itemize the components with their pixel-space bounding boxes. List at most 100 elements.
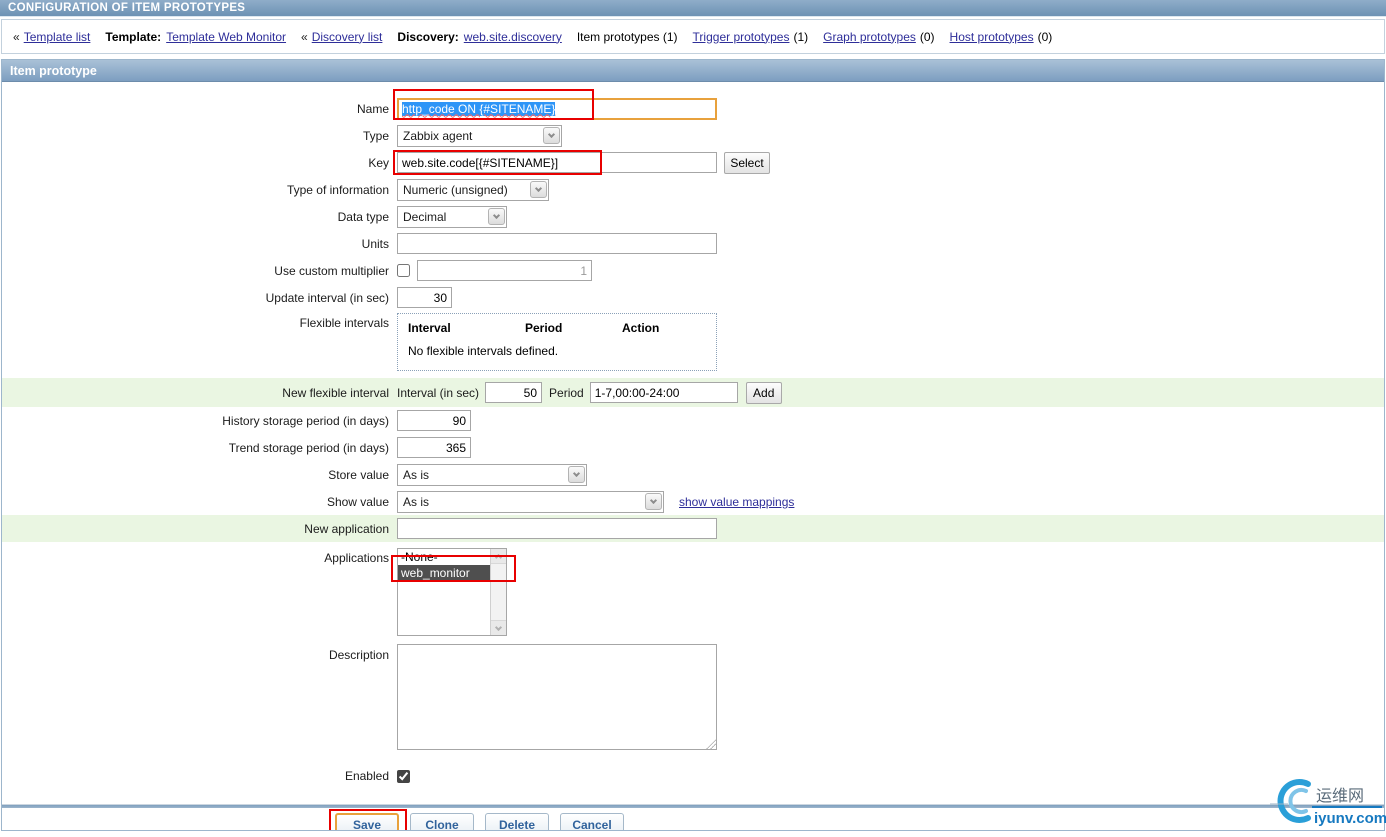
trigger-prototypes-count: (1) bbox=[793, 29, 809, 44]
resize-grip-icon[interactable] bbox=[706, 739, 716, 749]
description-label: Description bbox=[328, 648, 389, 662]
update-interval-label: Update interval (in sec) bbox=[265, 290, 389, 305]
nfi-add-button[interactable]: Add bbox=[745, 381, 782, 404]
applications-option-web-monitor[interactable]: web_monitor bbox=[398, 565, 490, 581]
breadcrumb: « Template list Template: Template Web M… bbox=[1, 19, 1385, 54]
row-name: Name http_code ON {#SITENAME} bbox=[2, 88, 1384, 122]
show-value-mappings-link[interactable]: show value mappings bbox=[679, 495, 794, 509]
new-application-input[interactable] bbox=[397, 518, 717, 539]
flex-col-interval: Interval bbox=[408, 321, 451, 335]
flexible-intervals-box: Interval Period Action No flexible inter… bbox=[397, 313, 717, 371]
update-interval-input[interactable] bbox=[397, 287, 452, 308]
listbox-scrollbar[interactable] bbox=[490, 549, 506, 635]
row-units: Units bbox=[2, 230, 1384, 257]
graph-prototypes-link[interactable]: Graph prototypes bbox=[823, 30, 916, 44]
scroll-down-icon[interactable] bbox=[491, 620, 506, 635]
row-store-value: Store value As is bbox=[2, 461, 1384, 488]
type-select-value: Zabbix agent bbox=[403, 128, 473, 143]
clone-button[interactable]: Clone bbox=[410, 813, 474, 830]
save-button[interactable]: Save bbox=[335, 813, 399, 830]
flexible-intervals-empty-text: No flexible intervals defined. bbox=[408, 344, 559, 358]
type-of-information-select[interactable]: Numeric (unsigned) bbox=[397, 178, 549, 201]
use-custom-multiplier-checkbox[interactable] bbox=[397, 264, 410, 277]
breadcrumb-discovery: Discovery: web.site.discovery bbox=[397, 30, 561, 44]
trigger-prototypes-link[interactable]: Trigger prototypes bbox=[693, 30, 790, 44]
trend-input[interactable] bbox=[397, 437, 471, 458]
name-label: Name bbox=[356, 101, 389, 116]
new-flexible-interval-label: New flexible interval bbox=[282, 385, 389, 400]
key-select-button[interactable]: Select bbox=[724, 151, 770, 174]
row-description: Description bbox=[2, 640, 1384, 752]
graph-prototypes-count: (0) bbox=[919, 29, 935, 44]
breadcrumb-template-list[interactable]: « Template list bbox=[13, 30, 90, 44]
host-prototypes-link[interactable]: Host prototypes bbox=[950, 30, 1034, 44]
row-trend: Trend storage period (in days) bbox=[2, 434, 1384, 461]
show-value-label: Show value bbox=[326, 494, 389, 509]
row-enabled: Enabled bbox=[2, 762, 1384, 790]
template-list-link[interactable]: Template list bbox=[24, 30, 91, 44]
key-label: Key bbox=[368, 155, 389, 170]
row-applications: Applications -None- web_monitor bbox=[2, 542, 1384, 640]
row-key: Key Select bbox=[2, 149, 1384, 176]
units-label: Units bbox=[361, 236, 389, 251]
widget-title: Item prototype bbox=[10, 64, 97, 78]
custom-multiplier-input[interactable] bbox=[417, 260, 592, 281]
enabled-label: Enabled bbox=[344, 769, 389, 783]
chevron-down-icon bbox=[568, 466, 585, 483]
trend-label: Trend storage period (in days) bbox=[228, 440, 389, 455]
delete-button[interactable]: Delete bbox=[485, 813, 549, 830]
scroll-up-icon[interactable] bbox=[491, 549, 506, 564]
flexible-intervals-label: Flexible intervals bbox=[299, 316, 389, 330]
enabled-checkbox[interactable] bbox=[397, 769, 410, 783]
item-prototype-form: Name http_code ON {#SITENAME} Type Zabbi… bbox=[2, 82, 1384, 830]
type-select[interactable]: Zabbix agent bbox=[397, 124, 562, 147]
data-type-value: Decimal bbox=[403, 209, 447, 224]
breadcrumb-template: Template: Template Web Monitor bbox=[105, 30, 286, 44]
chevron-down-icon bbox=[645, 493, 662, 510]
new-application-label: New application bbox=[304, 521, 389, 536]
nfi-interval-input[interactable] bbox=[485, 382, 543, 403]
description-textarea[interactable] bbox=[397, 644, 717, 750]
units-input[interactable] bbox=[397, 233, 717, 254]
key-input[interactable] bbox=[397, 152, 717, 173]
footer-buttons: Save Clone Delete Cancel bbox=[2, 808, 1384, 830]
item-prototypes-current: Item prototypes (1) bbox=[576, 29, 678, 44]
row-new-flexible-interval: New flexible interval Interval (in sec) … bbox=[2, 378, 1384, 407]
page-title-bar: CONFIGURATION OF ITEM PROTOTYPES bbox=[0, 0, 1386, 17]
history-input[interactable] bbox=[397, 410, 471, 431]
widget-header: Item prototype bbox=[2, 60, 1384, 82]
row-update-interval: Update interval (in sec) bbox=[2, 284, 1384, 311]
row-show-value: Show value As is show value mappings bbox=[2, 488, 1384, 515]
breadcrumb-trigger-prototypes: Trigger prototypes (1) bbox=[693, 30, 809, 44]
type-of-information-value: Numeric (unsigned) bbox=[403, 182, 508, 197]
nfi-period-input[interactable] bbox=[589, 382, 738, 403]
page-title: CONFIGURATION OF ITEM PROTOTYPES bbox=[8, 2, 246, 14]
show-value-select[interactable]: As is bbox=[397, 490, 664, 513]
data-type-select[interactable]: Decimal bbox=[397, 205, 507, 228]
chevron-down-icon bbox=[530, 181, 547, 198]
name-input-value: http_code ON {#SITENAME} bbox=[402, 101, 556, 116]
nfi-period-label: Period bbox=[549, 385, 584, 400]
flex-col-action: Action bbox=[622, 321, 660, 335]
store-value-select[interactable]: As is bbox=[397, 463, 587, 486]
discovery-label: Discovery: bbox=[397, 29, 459, 44]
breadcrumb-graph-prototypes: Graph prototypes (0) bbox=[823, 30, 934, 44]
template-link[interactable]: Template Web Monitor bbox=[166, 30, 286, 44]
name-input[interactable]: http_code ON {#SITENAME} bbox=[397, 97, 717, 120]
data-type-label: Data type bbox=[337, 209, 389, 224]
row-type: Type Zabbix agent bbox=[2, 122, 1384, 149]
applications-listbox[interactable]: -None- web_monitor bbox=[397, 548, 507, 636]
use-custom-multiplier-label: Use custom multiplier bbox=[274, 263, 389, 278]
breadcrumb-discovery-list[interactable]: « Discovery list bbox=[301, 30, 382, 44]
cancel-button[interactable]: Cancel bbox=[560, 813, 624, 830]
history-label: History storage period (in days) bbox=[222, 413, 389, 428]
template-label: Template: bbox=[105, 29, 162, 44]
store-value-label: Store value bbox=[328, 467, 389, 482]
discovery-list-link[interactable]: Discovery list bbox=[312, 30, 383, 44]
discovery-link[interactable]: web.site.discovery bbox=[464, 30, 562, 44]
row-type-of-information: Type of information Numeric (unsigned) bbox=[2, 176, 1384, 203]
applications-option-none[interactable]: -None- bbox=[398, 549, 490, 565]
watermark-cn-text: 运维网 bbox=[1316, 788, 1365, 805]
chevron-down-icon bbox=[488, 208, 505, 225]
type-of-information-label: Type of information bbox=[286, 182, 389, 197]
